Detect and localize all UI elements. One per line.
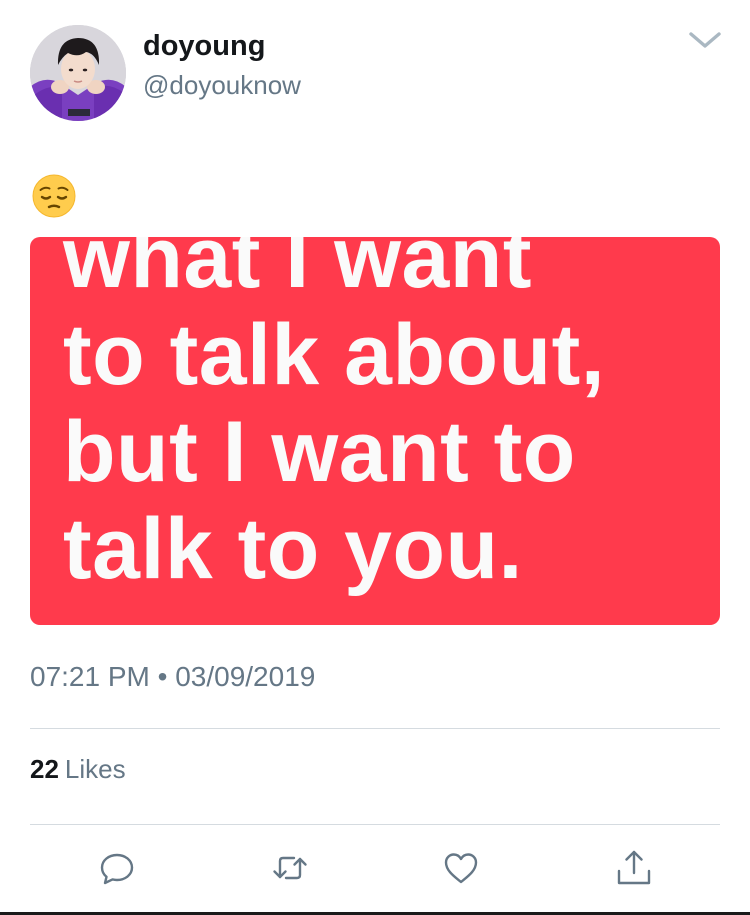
pensive-face-emoji — [32, 174, 76, 218]
chevron-down-icon[interactable] — [688, 30, 722, 50]
tweet-image[interactable]: what I want to talk about, but I want to… — [30, 237, 720, 625]
display-name[interactable]: doyoung — [143, 29, 265, 63]
avatar-image — [30, 25, 126, 121]
image-text-line: to talk about, — [63, 307, 606, 403]
likes-stat[interactable]: 22 Likes — [30, 753, 126, 785]
likes-label: Likes — [64, 754, 126, 784]
avatar[interactable] — [30, 25, 126, 121]
divider — [30, 824, 720, 825]
image-text-line: but I want to — [63, 404, 576, 500]
likes-count: 22 — [30, 754, 59, 784]
image-text-line: talk to you. — [63, 501, 523, 597]
heart-icon[interactable] — [441, 848, 481, 888]
retweet-icon[interactable] — [270, 848, 310, 888]
image-text: what I want to talk about, but I want to… — [63, 237, 605, 598]
divider — [30, 728, 720, 729]
reply-icon[interactable] — [97, 848, 137, 888]
user-handle[interactable]: @doyouknow — [143, 70, 301, 100]
share-icon[interactable] — [614, 848, 654, 888]
image-text-line: what I want — [63, 237, 532, 306]
tweet-timestamp[interactable]: 07:21 PM • 03/09/2019 — [30, 660, 315, 694]
